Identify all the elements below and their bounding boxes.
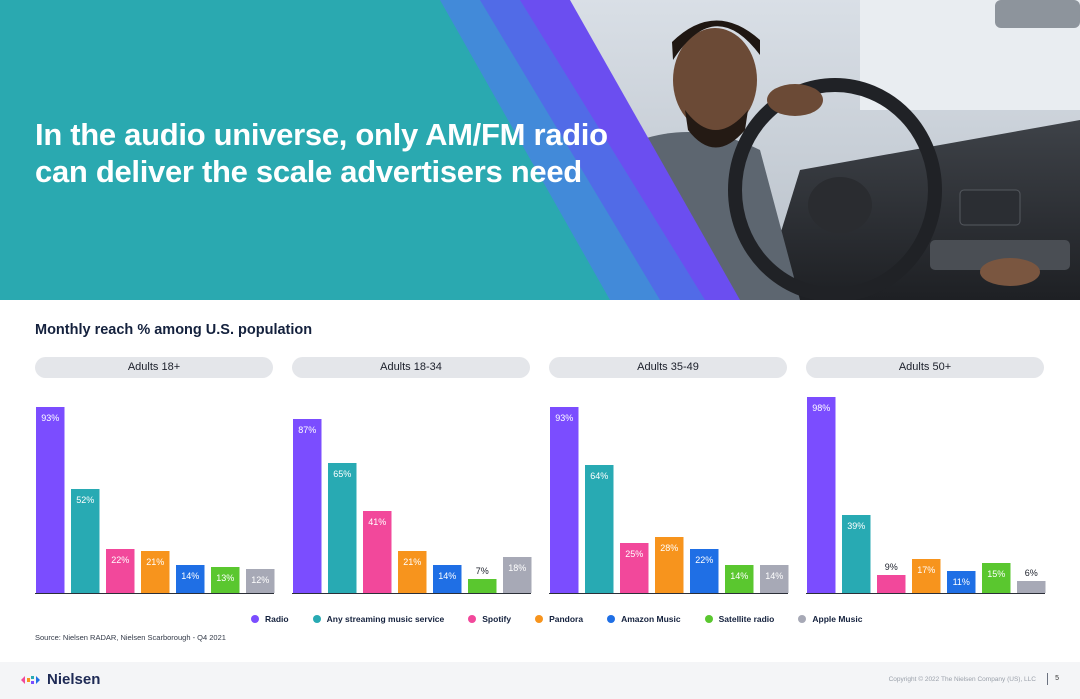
legend-item-amazon-music: Amazon Music: [607, 614, 681, 624]
bar-value-label: 13%: [216, 573, 234, 583]
legend-swatch: [607, 615, 616, 623]
bar-value-label: 25%: [625, 549, 643, 559]
panel-adults-35-49: Adults 35-49 93% 64% 25% 28% 22% 14% 14%: [549, 357, 789, 597]
bar-value-label: 21%: [403, 557, 421, 567]
bar-spotify: [877, 575, 906, 593]
logo-text: Nielsen: [47, 671, 101, 688]
legend-label: Any streaming music service: [326, 614, 445, 624]
legend-item-pandora: Pandora: [535, 614, 583, 624]
bar-value-label: 9%: [885, 562, 898, 572]
bar-value-label: 64%: [590, 471, 608, 481]
legend-label: Radio: [265, 614, 289, 624]
nielsen-logo-icon: [21, 675, 40, 684]
legend-swatch: [468, 615, 477, 623]
bar-value-label: 7%: [476, 566, 489, 576]
hero-title: In the audio universe, only AM/FM radio …: [35, 116, 635, 190]
legend-item-radio: Radio: [251, 614, 289, 624]
bar-value-label: 18%: [508, 563, 526, 573]
legend-item-satellite-radio: Satellite radio: [704, 614, 775, 624]
bar-value-label: 93%: [41, 413, 59, 423]
legend-label: Amazon Music: [621, 614, 681, 624]
bar-value-label: 17%: [917, 565, 935, 575]
nielsen-logo: Nielsen: [20, 671, 100, 688]
bar-value-label: 14%: [765, 571, 783, 581]
bar-value-label: 14%: [438, 571, 456, 581]
bar-value-label: 39%: [847, 521, 865, 531]
page-number: 5: [1055, 675, 1059, 682]
panel-adults-50-plus: Adults 50+ 98% 39% 9% 17% 11% 15% 6%: [806, 357, 1046, 597]
source-note: Source: Nielsen RADAR, Nielsen Scarborou…: [35, 633, 226, 642]
bar-chart-adults-18-34: 87% 65% 41% 21% 14% 7% 18%: [292, 419, 532, 594]
bar-value-label: 41%: [368, 517, 386, 527]
footer: Nielsen Copyright © 2022 The Nielsen Com…: [0, 662, 1080, 699]
panel-adults-18-34: Adults 18-34 87% 65% 41% 21% 14% 7% 18%: [292, 357, 532, 597]
legend-label: Spotify: [482, 614, 512, 624]
bar-radio: [550, 407, 579, 593]
bar-value-label: 52%: [76, 495, 94, 505]
legend-item-apple-music: Apple Music: [798, 614, 862, 624]
legend-item-spotify: Spotify: [468, 614, 511, 624]
hero-banner: In the audio universe, only AM/FM radio …: [0, 0, 1080, 300]
bar-chart-adults-50-plus: 98% 39% 9% 17% 11% 15% 6%: [806, 397, 1046, 594]
bar-value-label: 87%: [298, 425, 316, 435]
chart-legend: Radio Any streaming music service Spotif…: [251, 614, 886, 624]
bar-value-label: 22%: [695, 555, 713, 565]
bar-value-label: 98%: [812, 403, 830, 413]
bar-any-streaming-music-service: [328, 463, 357, 593]
bar-chart-adults-35-49: 93% 64% 25% 28% 22% 14% 14%: [549, 407, 789, 594]
bar-satellite-radio: [468, 579, 497, 593]
bar-radio: [807, 397, 836, 593]
legend-label: Satellite radio: [718, 614, 775, 624]
footer-divider: [1047, 673, 1048, 685]
bar-value-label: 65%: [333, 469, 351, 479]
bar-value-label: 28%: [660, 543, 678, 553]
chart-title: Monthly reach % among U.S. population: [35, 322, 313, 338]
bar-value-label: 15%: [987, 569, 1005, 579]
bar-value-label: 21%: [146, 557, 164, 567]
legend-swatch: [798, 615, 807, 623]
legend-swatch: [535, 615, 544, 623]
legend-swatch: [704, 615, 713, 623]
copyright-text: Copyright © 2022 The Nielsen Company (US…: [888, 676, 1036, 683]
bar-value-label: 12%: [251, 575, 269, 585]
bar-value-label: 14%: [181, 571, 199, 581]
panel-adults-18-plus: Adults 18+ 93% 52% 22% 21% 14% 13% 12%: [35, 357, 275, 597]
bar-apple-music: [1017, 581, 1046, 593]
legend-item-streaming: Any streaming music service: [312, 614, 445, 624]
bar-value-label: 14%: [730, 571, 748, 581]
legend-swatch: [312, 615, 321, 623]
legend-label: Pandora: [549, 614, 584, 624]
bar-value-label: 93%: [555, 413, 573, 423]
bar-value-label: 11%: [953, 577, 970, 587]
bar-radio: [293, 419, 322, 593]
hero-title-line-2: can deliver the scale advertisers need: [35, 154, 582, 189]
legend-swatch: [251, 615, 259, 623]
hero-title-line-1: In the audio universe, only AM/FM radio: [35, 117, 608, 152]
bar-value-label: 6%: [1025, 568, 1038, 578]
bar-value-label: 22%: [111, 555, 129, 565]
bar-any-streaming-music-service: [585, 465, 614, 593]
bar-chart-adults-18-plus: 93% 52% 22% 21% 14% 13% 12%: [35, 407, 275, 594]
legend-label: Apple Music: [812, 614, 863, 624]
bar-radio: [36, 407, 65, 593]
